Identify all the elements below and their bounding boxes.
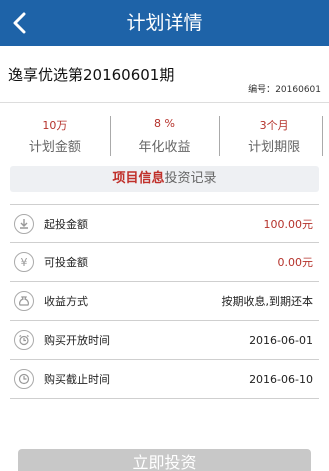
stat-term: 3个月 计划期限 — [219, 112, 329, 160]
list-item: 购买截止时间 2016-06-10 — [10, 360, 319, 399]
page-title: 计划详情 — [126, 12, 203, 34]
row-label: 起投金额 — [44, 217, 88, 231]
plan-code-value: 20160601 — [275, 85, 321, 95]
row-label: 购买截止时间 — [44, 373, 110, 386]
row-label: 可投金额 — [44, 256, 88, 269]
tab-project-info[interactable]: 项目信息 — [112, 171, 164, 186]
list-item: 购买开放时间 2016-06-01 — [10, 321, 319, 360]
download-icon — [14, 213, 34, 234]
plan-stats: 10万 计划金额 8 % 年化收益 3个月 计划期限 — [0, 112, 329, 160]
row-value: 2016-06-10 — [249, 372, 313, 386]
stat-value: 8 % — [154, 117, 175, 130]
divider — [322, 116, 323, 156]
info-list: 起投金额 100.00元 ¥ 可投金额 0.00元 收益方式 按期收息,到期还本… — [10, 204, 319, 399]
row-value: 按期收息,到期还本 — [221, 295, 314, 308]
yen-icon: ¥ — [14, 252, 34, 272]
stat-value: 3个月 — [259, 119, 289, 132]
row-label: 收益方式 — [44, 295, 88, 308]
stat-label: 年化收益 — [138, 140, 191, 155]
list-item: 收益方式 按期收息,到期还本 — [10, 282, 319, 321]
row-value: 100.00元 — [263, 217, 314, 231]
stat-yield: 8 % 年化收益 — [109, 112, 220, 160]
row-label: 购买开放时间 — [44, 334, 110, 347]
header-bar: 计划详情 — [0, 0, 329, 46]
stat-value: 10万 — [42, 119, 68, 132]
stat-label: 计划期限 — [248, 140, 301, 155]
clock-icon — [14, 369, 34, 389]
plan-code: 编号：20160601 — [248, 82, 321, 95]
money-bag-icon — [14, 291, 34, 311]
plan-code-label: 编号： — [248, 85, 276, 95]
row-value: 0.00元 — [277, 256, 314, 269]
row-value: 2016-06-01 — [249, 333, 313, 347]
plan-name: 逸享优选第20160601期 — [8, 66, 175, 84]
invest-now-button[interactable]: 立即投资 — [18, 449, 311, 471]
stat-amount: 10万 计划金额 — [0, 112, 110, 160]
list-item: ¥ 可投金额 0.00元 — [10, 243, 319, 282]
divider — [0, 102, 329, 103]
detail-tabs: 项目信息投资记录 — [10, 166, 319, 192]
list-item: 起投金额 100.00元 — [10, 204, 319, 243]
tab-investment-records[interactable]: 投资记录 — [165, 171, 217, 186]
alarm-clock-icon — [14, 330, 34, 350]
stat-label: 计划金额 — [28, 140, 81, 155]
